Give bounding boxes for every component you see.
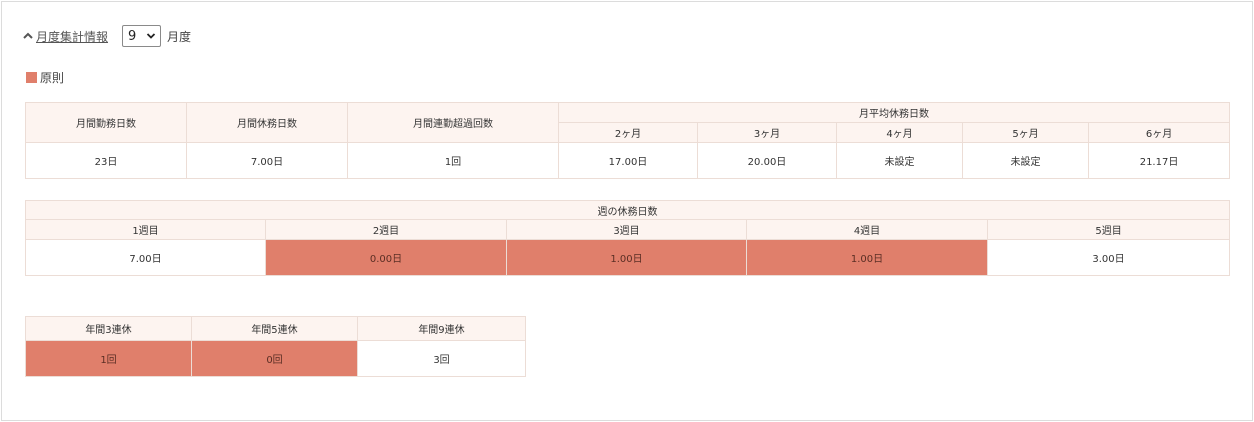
value-yearly-3: 1回 — [25, 340, 192, 377]
table-row: 1回 0回 3回 — [25, 340, 526, 377]
table-row: 23日 7.00日 1回 17.00日 20.00日 未設定 未設定 21.17… — [25, 142, 1231, 179]
header-avg-4m: 4ヶ月 — [836, 122, 963, 143]
header-avg-2m: 2ヶ月 — [558, 122, 698, 143]
value-week-3: 1.00日 — [506, 239, 747, 276]
collapse-toggle[interactable]: 月度集計情報 — [22, 28, 108, 45]
month-select[interactable]: 9 — [122, 25, 162, 47]
value-avg-2m: 17.00日 — [558, 142, 698, 179]
value-holiday-days: 7.00日 — [186, 142, 348, 179]
legend-swatch — [26, 72, 37, 83]
table-row: 7.00日 0.00日 1.00日 1.00日 3.00日 — [25, 239, 1231, 276]
month-select-value: 9 — [128, 28, 137, 44]
value-yearly-5: 0回 — [191, 340, 358, 377]
header-avg-5m: 5ヶ月 — [962, 122, 1089, 143]
header-yearly-3: 年間3連休 — [25, 316, 192, 341]
value-avg-3m: 20.00日 — [697, 142, 837, 179]
header-work-days: 月間勤務日数 — [25, 102, 187, 143]
header-week-1: 1週目 — [25, 219, 266, 240]
monthly-stats-table: 月間勤務日数 月間休務日数 月間連勤超過回数 月平均休務日数 2ヶ月 3ヶ月 4… — [25, 102, 1231, 179]
month-suffix: 月度 — [167, 29, 192, 44]
value-yearly-9: 3回 — [357, 340, 526, 377]
value-work-days: 23日 — [25, 142, 187, 179]
header-week-4: 4週目 — [746, 219, 988, 240]
value-consecutive-excess: 1回 — [347, 142, 559, 179]
chevron-down-icon — [146, 33, 156, 39]
header-yearly-5: 年間5連休 — [191, 316, 358, 341]
header-avg-6m: 6ヶ月 — [1087, 122, 1231, 143]
header-holiday-days: 月間休務日数 — [186, 102, 348, 143]
value-week-2: 0.00日 — [265, 239, 507, 276]
header-week-3: 3週目 — [506, 219, 747, 240]
header-yearly-9: 年間9連休 — [357, 316, 526, 341]
value-week-5: 3.00日 — [986, 239, 1231, 276]
toggle-label: 月度集計情報 — [36, 29, 109, 44]
legend: 原則 — [26, 69, 64, 86]
value-avg-5m: 未設定 — [962, 142, 1089, 179]
weekly-holidays-table: 週の休務日数 1週目 2週目 3週目 4週目 5週目 7.00日 0.00日 1… — [24, 200, 1231, 276]
value-avg-4m: 未設定 — [836, 142, 963, 179]
header-weekly-group: 週の休務日数 — [24, 200, 1231, 220]
header-week-5: 5週目 — [986, 219, 1231, 240]
value-week-4: 1.00日 — [746, 239, 988, 276]
header-consecutive-excess: 月間連勤超過回数 — [347, 102, 559, 143]
value-avg-6m: 21.17日 — [1087, 142, 1231, 179]
header-avg-holiday-group: 月平均休務日数 — [557, 102, 1231, 123]
yearly-consecutive-holidays-table: 年間3連休 年間5連休 年間9連休 1回 0回 3回 — [25, 316, 526, 377]
chevron-up-icon — [23, 32, 33, 39]
header-avg-3m: 3ヶ月 — [697, 122, 837, 143]
summary-header: 月度集計情報 9 月度 — [22, 25, 191, 47]
value-week-1: 7.00日 — [25, 239, 266, 276]
legend-label: 原則 — [40, 71, 65, 85]
header-week-2: 2週目 — [265, 219, 507, 240]
